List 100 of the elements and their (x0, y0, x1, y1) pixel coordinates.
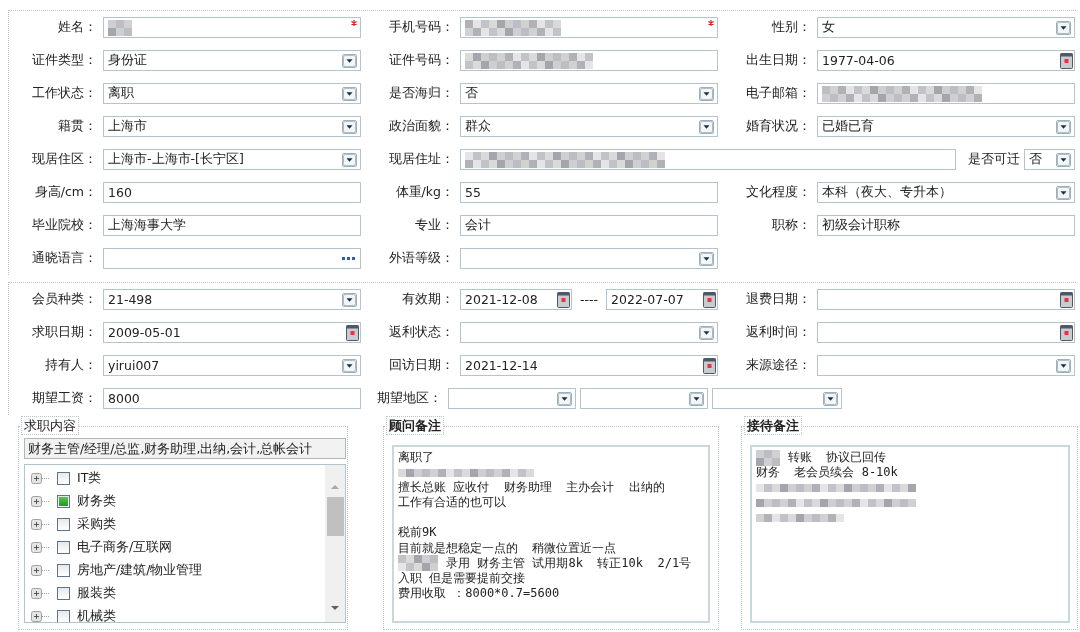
calendar-icon[interactable] (1060, 52, 1073, 69)
field-label: 手机号码： (388, 19, 455, 36)
select-field[interactable]: 女 (817, 17, 1075, 38)
text-field[interactable]: 上海海事大学 (103, 215, 361, 236)
checkbox[interactable] (57, 587, 70, 600)
text-field[interactable] (460, 50, 718, 71)
tree-item[interactable]: 服装类 (77, 585, 116, 602)
calendar-icon[interactable] (1060, 291, 1073, 308)
field-label: 电子邮箱： (745, 85, 812, 102)
selection-field[interactable]: 财务主管/经理/总监,财务助理,出纳,会计,总帐会计 (24, 438, 346, 459)
text-field[interactable]: 初级会计职称 (817, 215, 1075, 236)
checkbox[interactable] (57, 518, 70, 531)
text-field[interactable] (103, 17, 361, 38)
field-label: 身高/cm： (33, 184, 98, 201)
tree-item[interactable]: 房地产/建筑/物业管理 (77, 562, 203, 579)
checkbox[interactable] (57, 495, 70, 508)
dropdown-button[interactable] (342, 358, 357, 373)
text-field[interactable]: 8000 (103, 388, 361, 409)
dropdown-button[interactable] (1056, 119, 1071, 134)
select-field[interactable]: 群众 (460, 116, 718, 137)
select-field[interactable] (580, 388, 708, 409)
select-field[interactable] (448, 388, 576, 409)
select-field[interactable] (460, 322, 718, 343)
notes-textarea[interactable]: 离职了 擅长总账 应收付 财务助理 主办会计 出纳的 工作有合适的也可以 税前9K 目前就是想稳定一点的 稍微位置近一点 录用 财务主管 试用期8k 转正10k 2/1号 入职 但是需要提前交接 费用收取 ：8000*0.7=5600 (392, 445, 710, 623)
checkbox[interactable] (57, 541, 70, 554)
expand-icon[interactable] (31, 611, 49, 622)
select-field[interactable]: 离职 (103, 83, 361, 104)
date-field[interactable] (817, 322, 1075, 343)
tree-item[interactable]: 机械类 (77, 608, 116, 622)
checkbox[interactable] (57, 564, 70, 577)
select-field[interactable]: 21-498 (103, 289, 361, 310)
dropdown-button[interactable] (1056, 185, 1071, 200)
select-field[interactable] (712, 388, 842, 409)
note-line: 目前就是想稳定一点的 稍微位置近一点 (398, 540, 617, 556)
calendar-icon[interactable] (703, 291, 716, 308)
calendar-icon[interactable] (703, 357, 716, 374)
expand-icon[interactable] (31, 473, 49, 484)
tree-item[interactable]: 财务类 (77, 493, 116, 510)
dropdown-button[interactable] (689, 391, 704, 406)
text-field[interactable]: 160 (103, 182, 361, 203)
text-field[interactable] (460, 17, 718, 38)
dropdown-button[interactable] (342, 152, 357, 167)
calendar-icon[interactable] (557, 291, 570, 308)
dropdown-button[interactable] (823, 391, 838, 406)
select-field[interactable]: 上海市-上海市-[长宁区] (103, 149, 361, 170)
select-field[interactable]: 否 (460, 83, 718, 104)
select-field[interactable] (817, 355, 1075, 376)
field-label: 是否海归： (388, 85, 455, 102)
notes-textarea[interactable]: 转账 协议已回传 财务 老会员续会 8-10k (750, 445, 1070, 623)
checkbox[interactable] (57, 472, 70, 485)
select-field[interactable]: 身份证 (103, 50, 361, 71)
dropdown-button[interactable] (342, 53, 357, 68)
more-icon[interactable] (342, 256, 356, 261)
text-field[interactable]: 会计 (460, 215, 718, 236)
expand-icon[interactable] (31, 565, 49, 576)
field-label: 籍贯： (57, 118, 98, 135)
dropdown-button[interactable] (1056, 20, 1071, 35)
dropdown-button[interactable] (342, 119, 357, 134)
select-field[interactable] (460, 248, 718, 269)
dropdown-button[interactable] (1056, 358, 1071, 373)
date-field[interactable]: 2009-05-01 (103, 322, 361, 343)
dropdown-button[interactable] (1056, 152, 1071, 167)
text-field[interactable] (460, 149, 957, 170)
select-field[interactable]: 否 (1024, 149, 1075, 170)
tree-item[interactable]: 电子商务/互联网 (77, 539, 173, 556)
tree-item[interactable]: 采购类 (77, 516, 116, 533)
date-field[interactable] (817, 289, 1075, 310)
dropdown-button[interactable] (342, 292, 357, 307)
picker-field[interactable] (103, 248, 361, 269)
text-field[interactable] (817, 83, 1075, 104)
expand-icon[interactable] (31, 496, 49, 507)
date-field[interactable]: 1977-04-06 (817, 50, 1075, 71)
date-field[interactable]: 2021-12-08 (460, 289, 572, 310)
calendar-icon[interactable] (1060, 324, 1073, 341)
select-field[interactable]: 本科（夜大、专升本） (817, 182, 1075, 203)
text-field[interactable]: 55 (460, 182, 718, 203)
select-field[interactable]: yirui007 (103, 355, 361, 376)
date-field[interactable]: 2021-12-14 (460, 355, 718, 376)
dropdown-button[interactable] (699, 251, 714, 266)
field-label: 返利时间： (745, 324, 812, 341)
tree-item[interactable]: IT类 (77, 470, 102, 487)
field-label: 姓名： (57, 19, 98, 36)
dropdown-button[interactable] (699, 86, 714, 101)
field-label: 期望地区： (376, 390, 443, 407)
dropdown-button[interactable] (557, 391, 572, 406)
checkbox[interactable] (57, 610, 70, 622)
calendar-icon[interactable] (346, 324, 359, 341)
expand-icon[interactable] (31, 542, 49, 553)
field-label: 回访日期： (388, 357, 455, 374)
dropdown-button[interactable] (699, 119, 714, 134)
dropdown-button[interactable] (699, 325, 714, 340)
group-title: 顾问备注 (386, 416, 444, 435)
select-field[interactable]: 已婚已育 (817, 116, 1075, 137)
select-field[interactable]: 上海市 (103, 116, 361, 137)
expand-icon[interactable] (31, 519, 49, 530)
date-field[interactable]: 2022-07-07 (606, 289, 718, 310)
note-line: 税前9K (398, 525, 437, 541)
expand-icon[interactable] (31, 588, 49, 599)
dropdown-button[interactable] (342, 86, 357, 101)
field-label: 现居住区： (31, 151, 98, 168)
